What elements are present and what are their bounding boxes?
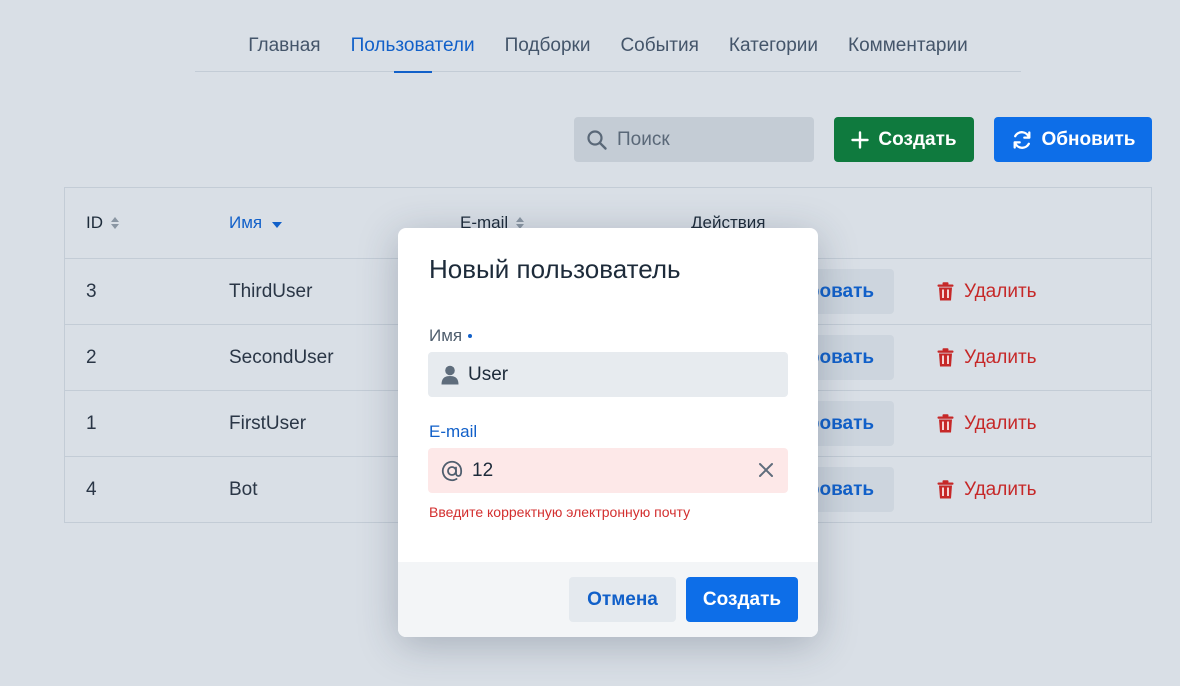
- search-box[interactable]: [574, 117, 814, 162]
- dialog-title: Новый пользователь: [429, 254, 681, 284]
- cancel-button[interactable]: Отмена: [569, 577, 676, 622]
- search-input[interactable]: [617, 128, 807, 151]
- tab-home[interactable]: Главная: [248, 22, 320, 72]
- email-field-label: E-mail: [429, 422, 477, 442]
- tab-compilations[interactable]: Подборки: [505, 22, 591, 72]
- cell-name: SecondUser: [229, 346, 334, 368]
- email-input[interactable]: [472, 459, 742, 482]
- cell-id: 4: [86, 479, 97, 500]
- email-error-message: Введите корректную электронную почту: [429, 504, 691, 520]
- name-label-text: Имя: [429, 326, 463, 345]
- delete-button-label: Удалить: [964, 280, 1037, 302]
- name-field-label: Имя: [429, 326, 473, 346]
- tab-events[interactable]: События: [620, 22, 698, 72]
- email-field[interactable]: [428, 448, 788, 493]
- delete-button-label: Удалить: [964, 412, 1037, 434]
- cell-id: 2: [86, 346, 97, 368]
- dialog-footer: Отмена Создать: [398, 562, 818, 637]
- column-header-id-label: ID: [86, 213, 103, 232]
- new-user-dialog: Новый пользователь Имя E-mail Введите ко…: [398, 228, 818, 637]
- column-header-id[interactable]: ID: [86, 188, 120, 258]
- column-header-name-label: Имя: [229, 213, 263, 232]
- trash-icon: [937, 348, 954, 367]
- trash-icon: [937, 282, 954, 301]
- cell-id: 1: [86, 412, 97, 434]
- name-field[interactable]: [428, 352, 788, 397]
- at-icon: [441, 460, 463, 481]
- caret-down-icon: [272, 222, 283, 228]
- name-input[interactable]: [468, 363, 738, 386]
- cell-name: FirstUser: [229, 412, 307, 434]
- plus-icon: [851, 130, 870, 149]
- cell-name: ThirdUser: [229, 280, 313, 302]
- user-icon: [441, 365, 459, 384]
- refresh-button-label: Обновить: [1041, 128, 1136, 150]
- delete-button[interactable]: Удалить: [937, 269, 1037, 314]
- email-label-text: E-mail: [429, 422, 478, 441]
- close-icon[interactable]: [758, 462, 774, 478]
- search-icon: [587, 129, 607, 150]
- submit-create-button[interactable]: Создать: [686, 577, 798, 622]
- column-header-name[interactable]: Имя: [229, 188, 283, 258]
- delete-button[interactable]: Удалить: [937, 467, 1037, 512]
- main-nav: Главная Пользователи Подборки События Ка…: [195, 22, 1021, 73]
- delete-button-label: Удалить: [964, 478, 1037, 500]
- refresh-button[interactable]: Обновить: [994, 117, 1152, 162]
- delete-button-label: Удалить: [964, 346, 1037, 368]
- required-dot-icon: [468, 334, 473, 338]
- create-user-button[interactable]: Создать: [834, 117, 974, 162]
- delete-button[interactable]: Удалить: [937, 335, 1037, 380]
- refresh-icon: [1013, 130, 1030, 149]
- tab-categories[interactable]: Категории: [729, 22, 818, 72]
- cell-id: 3: [86, 280, 97, 302]
- trash-icon: [937, 414, 954, 433]
- trash-icon: [937, 480, 954, 499]
- sort-icon: [110, 216, 120, 230]
- cell-name: Bot: [229, 479, 258, 500]
- tab-users[interactable]: Пользователи: [351, 22, 475, 73]
- tab-comments[interactable]: Комментарии: [848, 22, 968, 72]
- create-button-label: Создать: [878, 128, 957, 150]
- delete-button[interactable]: Удалить: [937, 401, 1037, 446]
